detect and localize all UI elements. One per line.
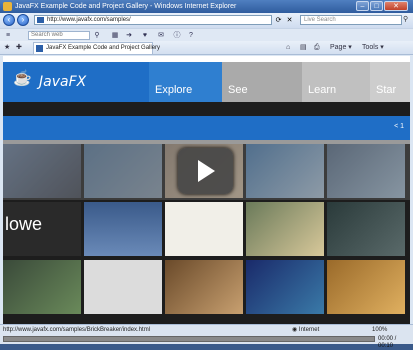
window-title: JavaFX Example Code and Project Gallery … — [15, 3, 237, 10]
site-header: ☕ JavaFX Explore See Learn Star — [3, 56, 410, 102]
javafx-logo[interactable]: ☕ JavaFX — [3, 62, 149, 102]
gallery-tile[interactable] — [165, 202, 243, 256]
toolbar-heart-icon[interactable]: ♥ — [140, 31, 150, 40]
print-icon[interactable]: ⎙ — [314, 43, 320, 53]
gallery-tile[interactable] — [327, 260, 405, 314]
browser-window: JavaFX Example Code and Project Gallery … — [0, 0, 413, 349]
status-bar: http://www.javafx.com/samples/BrickBreak… — [0, 324, 413, 349]
minimize-button[interactable]: – — [356, 1, 369, 11]
nav-explore[interactable]: Explore — [149, 62, 222, 102]
security-zone-label: Internet — [298, 327, 320, 333]
back-button[interactable]: ‹ — [3, 14, 15, 26]
toolbar-logo-icon[interactable]: ≡ — [3, 31, 13, 40]
logo-text: JavaFX — [39, 74, 87, 90]
toolbar-search-icon[interactable]: ⚲ — [92, 31, 102, 40]
home-icon[interactable]: ⌂ — [286, 43, 290, 53]
feeds-icon[interactable]: ▤ — [300, 43, 307, 53]
security-zone: ◉ Internet — [292, 327, 320, 333]
nav-learn[interactable]: Learn — [302, 62, 370, 102]
blue-banner: < 1 — [3, 116, 410, 140]
toolbar-row: ≡ Search web ⚲ ▦ ➜ ♥ ✉ ⓘ ? — [0, 28, 413, 41]
tools-menu[interactable]: Tools ▾ — [362, 43, 384, 53]
forward-button[interactable]: › — [17, 14, 29, 26]
search-go-icon[interactable]: ⚲ — [403, 15, 412, 25]
nav-start[interactable]: Star — [370, 62, 410, 102]
toolbar-info-icon[interactable]: ⓘ — [172, 31, 182, 40]
play-button[interactable] — [178, 148, 233, 194]
gallery-tile[interactable] — [246, 202, 324, 256]
toolbar-button-icon[interactable]: ▦ — [110, 31, 120, 40]
video-time: 00:00 / 00:10 — [378, 336, 397, 349]
page-favicon-icon — [37, 17, 44, 23]
title-bar: JavaFX Example Code and Project Gallery … — [0, 0, 413, 13]
page-content: ☕ JavaFX Explore See Learn Star < 1 lowe — [3, 56, 410, 324]
toolbar-mail-icon[interactable]: ✉ — [156, 31, 166, 40]
tab-favicon-icon — [36, 45, 43, 52]
tile-label: lowe — [5, 214, 43, 234]
video-progress-bar[interactable] — [3, 336, 375, 342]
gallery-tile[interactable] — [84, 202, 162, 256]
toolbar-arrow-icon[interactable]: ➜ — [124, 31, 134, 40]
java-cup-icon: ☕ — [13, 70, 32, 87]
zoom-level[interactable]: 100% — [372, 326, 387, 334]
gallery-tile[interactable]: lowe — [3, 202, 81, 256]
gallery-tile[interactable] — [165, 260, 243, 314]
play-icon — [198, 160, 215, 182]
address-bar[interactable]: http://www.javafx.com/samples/ — [34, 15, 272, 25]
ie-icon — [3, 2, 12, 11]
nav-see[interactable]: See — [222, 62, 302, 102]
tools-menu-label: Tools — [362, 44, 379, 51]
add-favorite-icon[interactable]: ✚ — [16, 43, 22, 53]
close-button[interactable]: ✕ — [384, 1, 408, 11]
maximize-button[interactable]: □ — [370, 1, 383, 11]
gallery-tile[interactable] — [327, 202, 405, 256]
toolbar-search-placeholder: Search web — [31, 32, 63, 38]
tab-row: ★ ✚ JavaFX Example Code and Project Gall… — [0, 41, 413, 55]
status-text: http://www.javafx.com/samples/BrickBreak… — [3, 327, 151, 333]
stop-icon[interactable]: ✕ — [285, 16, 294, 25]
banner-pager[interactable]: < 1 — [394, 123, 404, 130]
favorites-star-icon[interactable]: ★ — [4, 43, 10, 53]
toolbar-search-input[interactable]: Search web — [28, 31, 90, 40]
gallery-tile[interactable] — [84, 260, 162, 314]
address-url: http://www.javafx.com/samples/ — [47, 17, 131, 23]
tab-javafx-gallery[interactable]: JavaFX Example Code and Project Gallery — [33, 42, 160, 54]
page-menu-label: Page — [330, 44, 347, 51]
page-menu[interactable]: Page ▾ — [330, 43, 352, 53]
address-row: ‹ › http://www.javafx.com/samples/ ⟳ ✕ L… — [0, 13, 413, 28]
gallery-tile[interactable] — [3, 260, 81, 314]
live-search-placeholder: Live Search — [304, 17, 336, 23]
toolbar-help-icon[interactable]: ? — [186, 31, 196, 40]
live-search-input[interactable]: Live Search — [300, 15, 402, 25]
gallery-tile[interactable] — [246, 260, 324, 314]
refresh-icon[interactable]: ⟳ — [274, 16, 283, 25]
tab-title: JavaFX Example Code and Project Gallery — [46, 45, 161, 51]
